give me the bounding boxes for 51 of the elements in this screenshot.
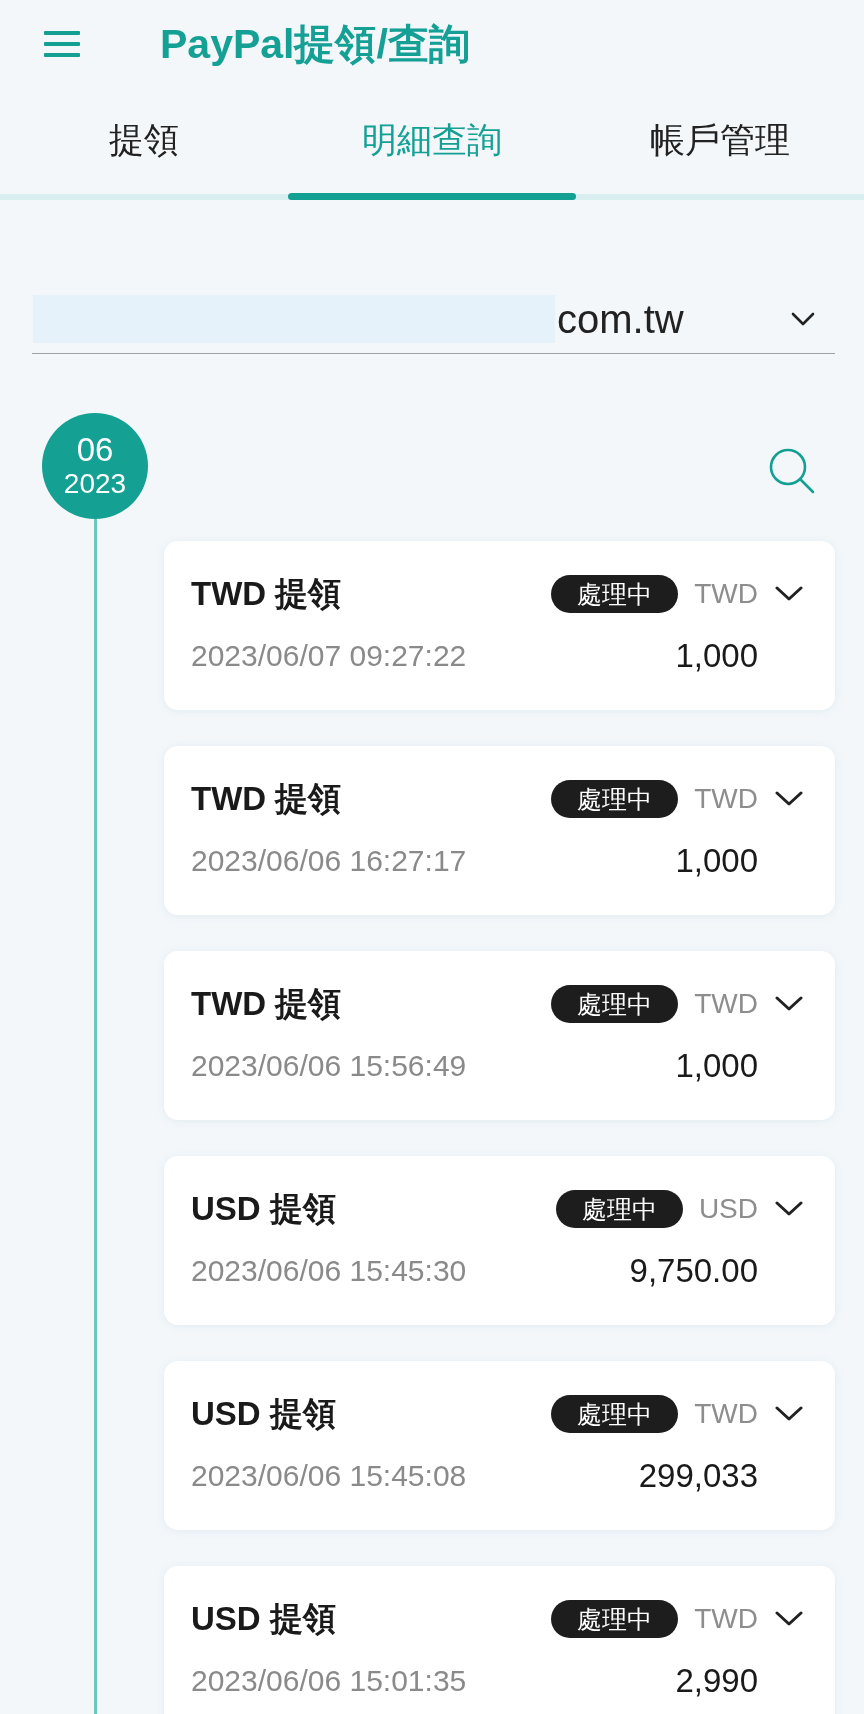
status-badge: 處理中 [551,575,679,613]
transaction-amount: 299,033 [638,1456,758,1496]
chevron-down-icon[interactable] [775,791,803,807]
currency-label: TWD [694,1398,758,1430]
currency-label: TWD [694,783,758,815]
transaction-amount: 1,000 [675,841,758,881]
status-badge: 處理中 [551,1600,679,1638]
transaction-card[interactable]: USD 提領 處理中 USD 2023/06/06 15:45:30 9,750.00 [164,1156,835,1325]
currency-label: TWD [694,578,758,610]
transaction-datetime: 2023/06/07 09:27:22 [191,638,468,674]
transaction-title: USD 提領 [191,1599,337,1639]
transaction-datetime: 2023/06/06 15:56:49 [191,1048,468,1084]
transaction-card[interactable]: TWD 提領 處理中 TWD 2023/06/07 09:27:22 1,000 [164,541,835,710]
app-title: PayPal提領/查詢 [160,19,470,69]
transaction-title: TWD 提領 [191,984,343,1024]
menu-icon[interactable] [44,30,80,57]
transaction-datetime: 2023/06/06 15:01:35 [191,1663,468,1699]
transaction-datetime: 2023/06/06 15:45:30 [191,1253,468,1289]
transaction-amount: 9,750.00 [629,1251,758,1291]
transaction-card[interactable]: TWD 提領 處理中 TWD 2023/06/06 15:56:49 1,000 [164,951,835,1120]
transaction-card[interactable]: USD 提領 處理中 TWD 2023/06/06 15:45:08 299,033 [164,1361,835,1530]
transaction-title: TWD 提領 [191,574,343,614]
transaction-title: USD 提領 [191,1189,337,1229]
chevron-down-icon [791,312,815,326]
transaction-card[interactable]: USD 提領 處理中 TWD 2023/06/06 15:01:35 2,990 [164,1566,835,1714]
currency-label: TWD [694,1603,758,1635]
chevron-down-icon[interactable] [775,1406,803,1422]
tab[interactable]: 帳戶管理 [576,95,864,200]
transaction-amount: 1,000 [675,1046,758,1086]
transaction-datetime: 2023/06/06 15:45:08 [191,1458,468,1494]
transaction-datetime: 2023/06/06 16:27:17 [191,843,468,879]
currency-label: USD [698,1193,758,1225]
status-badge: 處理中 [551,1395,679,1433]
tab[interactable]: 提領 [0,95,288,200]
chevron-down-icon[interactable] [775,1611,803,1627]
transaction-title: TWD 提領 [191,779,343,819]
currency-label: TWD [694,988,758,1020]
transaction-amount: 2,990 [675,1661,758,1701]
status-badge: 處理中 [551,780,679,818]
year-text: 2023 [63,468,127,500]
chevron-down-icon[interactable] [775,586,803,602]
transaction-card[interactable]: TWD 提領 處理中 TWD 2023/06/06 16:27:17 1,000 [164,746,835,915]
month-text: 06 [76,432,114,468]
search-icon[interactable] [769,448,815,494]
chevron-down-icon[interactable] [775,996,803,1012]
account-dropdown[interactable]: com.tw [32,285,835,354]
transaction-title: USD 提領 [191,1394,337,1434]
chevron-down-icon[interactable] [775,1201,803,1217]
status-badge: 處理中 [555,1190,683,1228]
status-badge: 處理中 [551,985,679,1023]
transaction-amount: 1,000 [675,636,758,676]
